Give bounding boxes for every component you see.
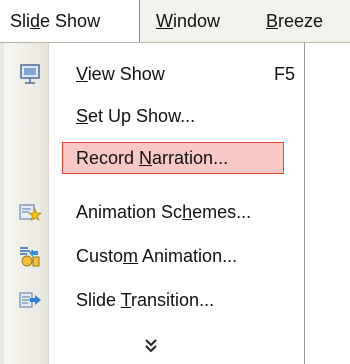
label-accel: S <box>76 106 89 126</box>
double-chevron-down-icon <box>145 339 157 353</box>
menubar-slide-show-label-post: e Show <box>40 11 101 31</box>
menu-item-view-show-label: View Show <box>76 52 165 96</box>
label-accel: m <box>123 246 139 266</box>
menu-item-set-up-show-label: Set Up Show... <box>76 94 195 138</box>
menu-item-animation-schemes[interactable]: Animation Schemes... <box>4 190 304 234</box>
label-accel: N <box>139 148 153 168</box>
label-post: emes... <box>192 202 252 222</box>
label-pre: Record <box>76 148 140 168</box>
menubar-window-label-post: indow <box>173 11 221 31</box>
label-accel: T <box>120 290 132 310</box>
menu-item-record-narration[interactable]: Record Narration... <box>4 136 304 180</box>
menubar-slide-show-label-pre: Sli <box>10 11 31 31</box>
menubar-slide-show-accel: d <box>30 11 41 31</box>
label-accel: h <box>182 202 193 222</box>
label-pre: Animation Sc <box>76 202 183 222</box>
projector-screen-icon <box>20 64 40 84</box>
label-post: Animation... <box>138 246 238 266</box>
menu-item-record-narration-label: Record Narration... <box>76 136 228 180</box>
menu-item-custom-animation-label: Custom Animation... <box>76 234 237 278</box>
menu-item-slide-transition[interactable]: Slide Transition... <box>4 278 304 322</box>
menu-item-view-show-shortcut: F5 <box>274 64 296 84</box>
menubar-window[interactable]: Window <box>156 0 220 42</box>
star-animation-icon <box>19 204 42 221</box>
label-pre: Slide <box>76 290 121 310</box>
menubar-breeze-accel: B <box>266 11 279 31</box>
menu-item-slide-transition-label: Slide Transition... <box>76 278 214 322</box>
slide-transition-icon <box>19 292 41 308</box>
menubar-window-accel: W <box>156 11 173 31</box>
menu-item-set-up-show[interactable]: Set Up Show... <box>4 94 304 138</box>
menu-bar: Slide Show Window Breeze <box>0 0 350 43</box>
menu-item-custom-animation[interactable]: Custom Animation... <box>4 234 304 278</box>
custom-animation-icon <box>20 247 40 267</box>
menubar-breeze-label-post: reeze <box>278 11 324 31</box>
menubar-slide-show[interactable]: Slide Show <box>0 0 140 42</box>
label-post: iew Show <box>87 64 165 84</box>
label-post: ransition... <box>131 290 215 310</box>
menu-item-view-show[interactable]: View Show F5 <box>4 52 304 96</box>
menubar-breeze[interactable]: Breeze <box>266 0 323 42</box>
expand-menu-button[interactable] <box>4 332 304 362</box>
label-pre: Custo <box>76 246 124 266</box>
label-post: arration... <box>152 148 229 168</box>
label-post: et Up Show... <box>88 106 196 126</box>
menu-item-animation-schemes-label: Animation Schemes... <box>76 190 251 234</box>
label-accel: V <box>76 64 88 84</box>
